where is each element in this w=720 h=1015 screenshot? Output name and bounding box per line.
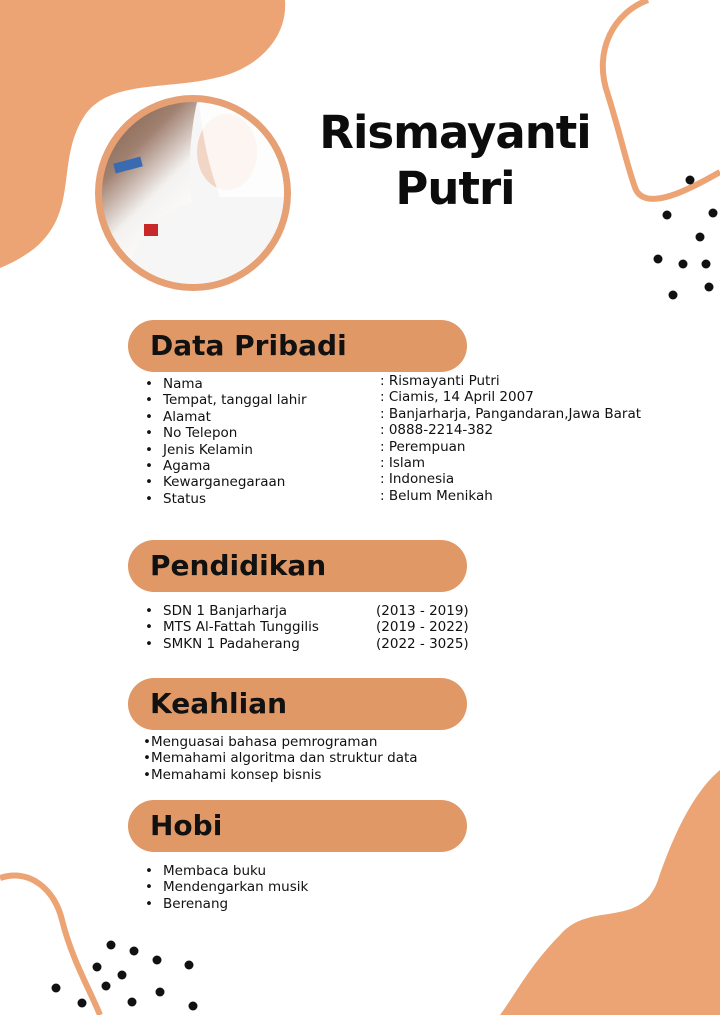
education-list: SDN 1 Banjarharja MTS Al-Fattah Tunggili… — [145, 603, 319, 653]
field-label: Jenis Kelamin — [145, 442, 307, 459]
bottom-right-blob — [500, 770, 720, 1015]
person-silhouette-icon — [113, 102, 284, 284]
hobby-item: Mendengarkan musik — [145, 879, 308, 896]
field-value: : Banjarharja, Pangandaran,Jawa Barat — [380, 405, 642, 422]
personal-data-labels: Nama Tempat, tanggal lahir Alamat No Tel… — [145, 376, 307, 508]
education-year-range: (2013 - 2019) — [376, 603, 469, 619]
education-school: MTS Al-Fattah Tunggilis — [145, 619, 319, 636]
top-right-dots — [653, 175, 718, 300]
dot — [106, 940, 116, 950]
hobby-item: Membaca buku — [145, 863, 308, 880]
field-value: : 0888-2214-382 — [380, 422, 494, 439]
section-heading-keahlian: Keahlian — [128, 678, 467, 730]
person-name: Rismayanti Putri — [290, 105, 620, 217]
education-school: SDN 1 Banjarharja — [145, 603, 319, 620]
section-heading-data-pribadi: Data Pribadi — [128, 320, 467, 372]
dot — [77, 998, 87, 1008]
dot — [662, 210, 672, 220]
dot — [704, 282, 714, 292]
education-year-range: (2022 - 3025) — [376, 635, 469, 652]
education-year-range: (2019 - 2022) — [376, 619, 469, 636]
dot — [129, 946, 139, 956]
hobby-item: Berenang — [145, 896, 308, 913]
field-value: : Islam — [380, 455, 426, 472]
dot — [184, 960, 194, 970]
section-heading-pendidikan: Pendidikan — [128, 540, 467, 592]
profile-photo — [95, 95, 291, 291]
name-line-1: Rismayanti — [319, 106, 591, 159]
dot — [92, 962, 102, 972]
field-value: : Perempuan — [380, 438, 466, 455]
skill-item: •Menguasai bahasa pemrograman — [143, 734, 378, 750]
hobby-list: Membaca buku Mendengarkan musik Berenang — [145, 863, 308, 913]
skills-list: •Menguasai bahasa pemrograman •Memahami … — [143, 734, 418, 783]
field-label: Kewarganegaraan — [145, 474, 307, 491]
name-line-2: Putri — [395, 162, 515, 215]
field-label: Tempat, tanggal lahir — [145, 392, 307, 409]
education-years: (2013 - 2019) (2019 - 2022) (2022 - 3025… — [376, 603, 469, 652]
dot — [51, 983, 61, 993]
field-value: : Rismayanti Putri — [380, 373, 500, 389]
section-heading-hobi: Hobi — [128, 800, 467, 852]
dot — [155, 987, 165, 997]
field-value: : Indonesia — [380, 471, 455, 488]
dot — [695, 232, 705, 242]
field-label: Nama — [145, 376, 307, 393]
dot — [685, 175, 695, 185]
bottom-left-curve — [0, 872, 103, 1015]
skill-item: •Memahami algoritma dan struktur data — [143, 750, 418, 767]
education-school: SMKN 1 Padaherang — [145, 636, 319, 653]
field-label: No Telepon — [145, 425, 307, 442]
field-label: Agama — [145, 458, 307, 475]
personal-data-values: : Rismayanti Putri : Ciamis, 14 April 20… — [380, 373, 641, 504]
field-value: : Belum Menikah — [380, 487, 493, 504]
dot — [152, 955, 162, 965]
skill-item: •Memahami konsep bisnis — [143, 766, 322, 783]
dot — [708, 208, 718, 218]
dot — [127, 997, 137, 1007]
field-label: Alamat — [145, 409, 307, 426]
field-label: Status — [145, 491, 307, 508]
dot — [117, 970, 127, 980]
dot — [653, 254, 663, 264]
field-value: : Ciamis, 14 April 2007 — [380, 389, 534, 406]
dot — [101, 981, 111, 991]
dot — [188, 1001, 198, 1011]
dot — [701, 259, 711, 269]
dot — [678, 259, 688, 269]
top-right-curve — [599, 0, 720, 202]
dot — [668, 290, 678, 300]
